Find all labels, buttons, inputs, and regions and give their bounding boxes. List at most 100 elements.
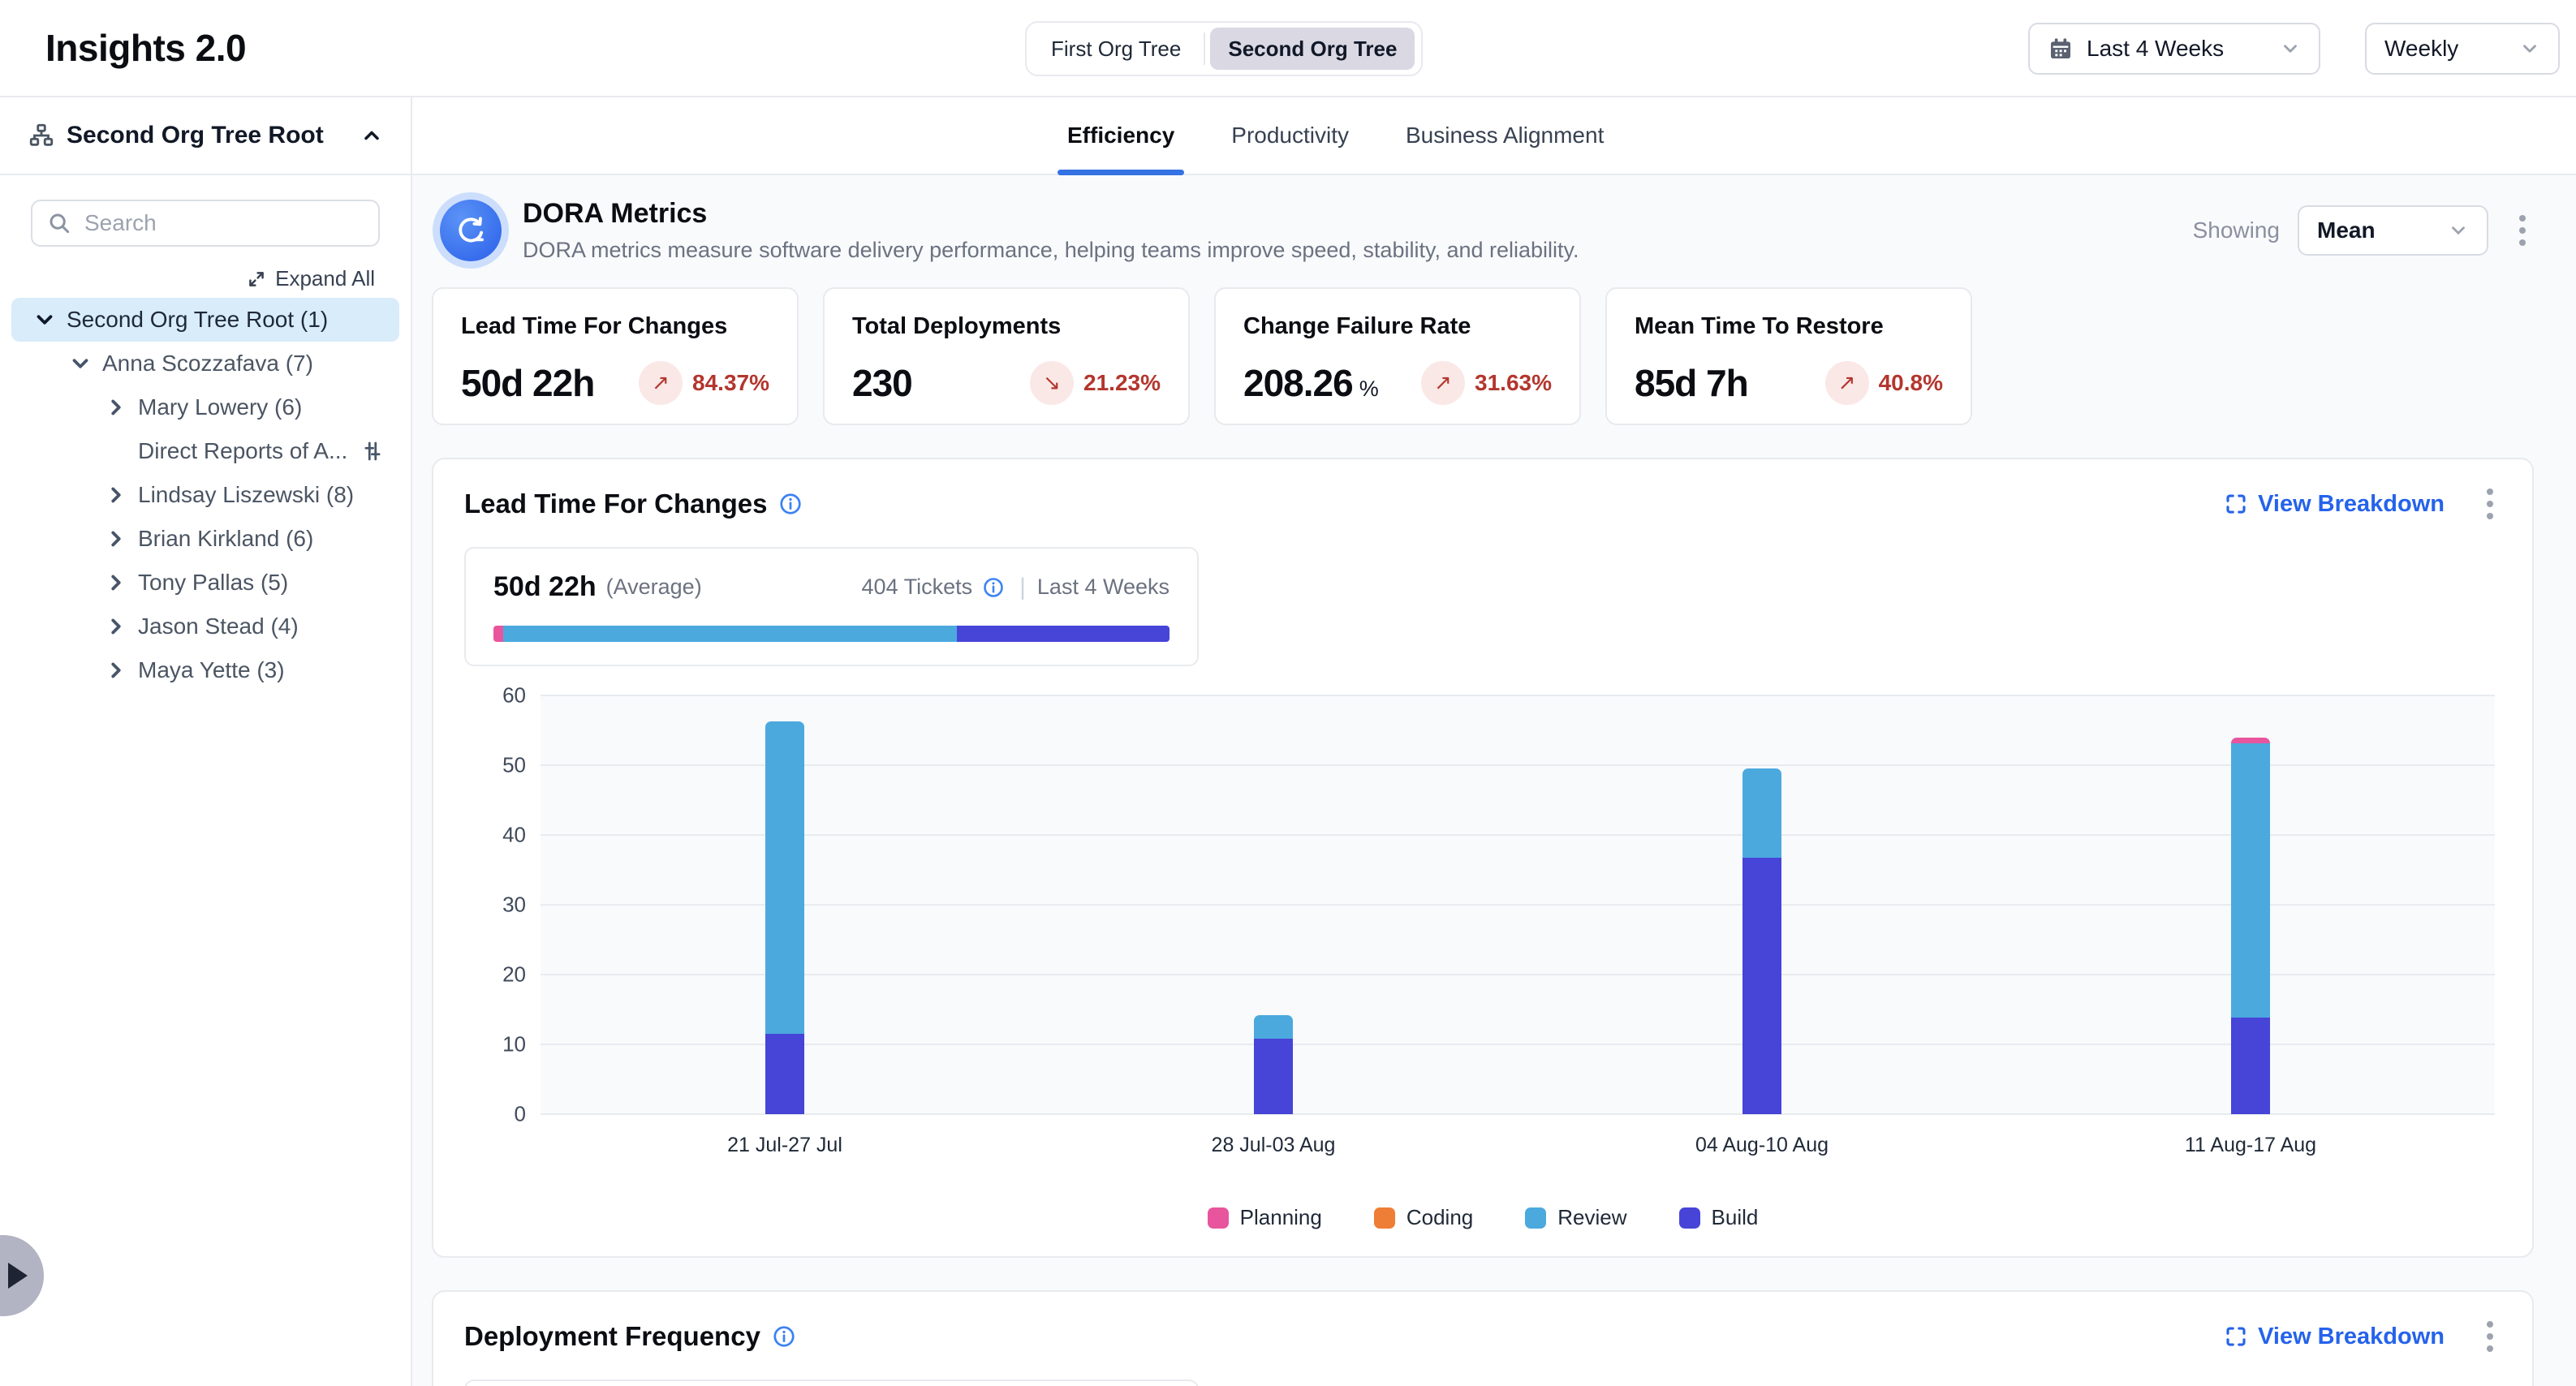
info-icon[interactable] bbox=[778, 492, 803, 516]
tree-item-mary-lowery-6[interactable]: Mary Lowery (6) bbox=[11, 385, 399, 429]
metric-value-wrap: 85d 7h bbox=[1635, 361, 1748, 405]
trend-up-icon: ↗ bbox=[1421, 361, 1465, 405]
y-axis-tick-label: 30 bbox=[469, 893, 526, 918]
tree-item-anna-scozzafava-7[interactable]: Anna Scozzafava (7) bbox=[11, 342, 399, 385]
dora-title: DORA Metrics bbox=[523, 198, 1579, 230]
metric-delta-value: 40.8% bbox=[1879, 370, 1943, 396]
chevron-down-icon[interactable] bbox=[32, 308, 57, 332]
lead-time-title: Lead Time For Changes bbox=[464, 489, 767, 519]
expand-all-icon bbox=[246, 269, 267, 290]
tree-item-label: Maya Yette (3) bbox=[138, 657, 285, 683]
app-title: Insights 2.0 bbox=[45, 26, 246, 70]
chevron-right-icon[interactable] bbox=[104, 527, 128, 551]
chevron-right-icon[interactable] bbox=[104, 658, 128, 682]
mean-select[interactable]: Mean bbox=[2298, 205, 2488, 256]
metric-card-value-row: 50d 22h↗84.37% bbox=[461, 361, 769, 405]
phase-segment-build bbox=[957, 626, 1170, 642]
tree-item-label: Anna Scozzafava (7) bbox=[102, 351, 313, 377]
dora-subtitle: DORA metrics measure software delivery p… bbox=[523, 238, 1579, 263]
tree-item-maya-yette-3[interactable]: Maya Yette (3) bbox=[11, 648, 399, 692]
view-breakdown-link[interactable]: View Breakdown bbox=[2224, 491, 2445, 518]
chevron-right-icon[interactable] bbox=[104, 570, 128, 595]
search-input[interactable] bbox=[83, 209, 364, 237]
expand-all-button[interactable]: Expand All bbox=[0, 266, 375, 291]
metric-card-value-row: 208.26%↗31.63% bbox=[1243, 361, 1552, 405]
metric-delta-value: 21.23% bbox=[1083, 370, 1161, 396]
search-box bbox=[31, 200, 380, 247]
bar-segment-build bbox=[765, 1034, 804, 1114]
tree-item-label: Lindsay Liszewski (8) bbox=[138, 482, 354, 508]
top-bar: Insights 2.0 First Org Tree Second Org Tr… bbox=[0, 0, 2576, 97]
tree-item-direct-reports-of-a[interactable]: Direct Reports of A... bbox=[11, 429, 399, 473]
phase-segment-review bbox=[503, 626, 957, 642]
summary-meta: 404 Tickets | Last 4 Weeks bbox=[862, 574, 1170, 601]
bar-segment-review bbox=[1742, 768, 1781, 857]
metric-card-title: Mean Time To Restore bbox=[1635, 313, 1943, 340]
legend-item-coding: Coding bbox=[1374, 1205, 1473, 1230]
chevron-right-icon[interactable] bbox=[104, 614, 128, 639]
summary-period: Last 4 Weeks bbox=[1037, 575, 1170, 600]
bar-segment-review bbox=[765, 721, 804, 1034]
granularity-select-value: Weekly bbox=[2384, 36, 2506, 62]
legend-label: Planning bbox=[1240, 1205, 1322, 1230]
tree-item-label: Brian Kirkland (6) bbox=[138, 526, 313, 552]
phase-distribution-bar bbox=[493, 626, 1170, 642]
calendar-icon bbox=[2048, 36, 2074, 62]
tree-item-lindsay-liszewski-8[interactable]: Lindsay Liszewski (8) bbox=[11, 473, 399, 517]
legend-label: Build bbox=[1712, 1205, 1759, 1230]
x-axis-label: 11 Aug-17 Aug bbox=[2185, 1134, 2316, 1157]
period-select[interactable]: Last 4 Weeks bbox=[2028, 23, 2320, 75]
arrow-right-icon bbox=[8, 1263, 28, 1289]
trend-down-icon: ↘ bbox=[1030, 361, 1074, 405]
info-icon[interactable] bbox=[772, 1324, 796, 1349]
y-axis-tick-label: 40 bbox=[469, 823, 526, 848]
deployment-frequency-panel: Deployment Frequency View Breakdown bbox=[432, 1290, 2534, 1386]
filter-sliders-icon[interactable] bbox=[360, 439, 385, 463]
metric-card-change-failure-rate: Change Failure Rate208.26%↗31.63% bbox=[1214, 287, 1581, 425]
granularity-select[interactable]: Weekly bbox=[2365, 23, 2560, 75]
sidebar: Second Org Tree Root Expand All Second O… bbox=[0, 97, 412, 1386]
lead-time-chart: 0102030405060 21 Jul-27 Jul28 Jul-03 Aug… bbox=[464, 695, 2501, 1182]
tree-item-tony-pallas-5[interactable]: Tony Pallas (5) bbox=[11, 561, 399, 605]
dora-kebab-menu-icon[interactable] bbox=[2511, 209, 2534, 252]
tree-item-jason-stead-4[interactable]: Jason Stead (4) bbox=[11, 605, 399, 648]
metric-value: 208.26 bbox=[1243, 362, 1353, 404]
tab-business-alignment[interactable]: Business Alignment bbox=[1396, 97, 1613, 174]
tree-item-label: Direct Reports of A... bbox=[138, 438, 347, 464]
deployment-kebab-menu-icon[interactable] bbox=[2479, 1315, 2501, 1358]
metric-unit: % bbox=[1359, 377, 1379, 401]
bar-segment-review bbox=[2231, 743, 2270, 1018]
deployment-summary-card bbox=[464, 1380, 1199, 1386]
chevron-down-icon bbox=[2448, 220, 2469, 241]
org-toggle-second-org-tree[interactable]: Second Org Tree bbox=[1210, 28, 1415, 70]
x-axis-label: 04 Aug-10 Aug bbox=[1695, 1134, 1829, 1157]
org-toggle-first-org-tree[interactable]: First Org Tree bbox=[1033, 28, 1199, 70]
chevron-right-icon[interactable] bbox=[104, 483, 128, 507]
view-breakdown-label: View Breakdown bbox=[2258, 491, 2445, 518]
stacked-bar-11-aug-17-aug bbox=[2231, 738, 2270, 1114]
deployment-title: Deployment Frequency bbox=[464, 1321, 760, 1352]
summary-value: 50d 22h bbox=[493, 571, 597, 603]
lead-time-summary-top: 50d 22h (Average) 404 Tickets | Last 4 W… bbox=[493, 571, 1170, 603]
stacked-bar-04-aug-10-aug bbox=[1742, 768, 1781, 1114]
lead-time-panel-actions: View Breakdown bbox=[2224, 482, 2501, 526]
y-axis-tick-label: 0 bbox=[469, 1102, 526, 1127]
expand-breakdown-icon bbox=[2224, 492, 2248, 516]
chart-plot: 0102030405060 bbox=[541, 695, 2495, 1114]
trend-up-icon: ↗ bbox=[639, 361, 683, 405]
tree-item-brian-kirkland-6[interactable]: Brian Kirkland (6) bbox=[11, 517, 399, 561]
info-icon[interactable] bbox=[982, 576, 1005, 599]
chevron-down-icon[interactable] bbox=[68, 351, 93, 376]
tab-efficiency[interactable]: Efficiency bbox=[1058, 97, 1184, 174]
metric-value: 230 bbox=[852, 362, 912, 404]
view-breakdown-link[interactable]: View Breakdown bbox=[2224, 1324, 2445, 1350]
lead-time-panel-header: Lead Time For Changes View Breakdown bbox=[464, 482, 2501, 526]
collapse-sidebar-icon[interactable] bbox=[360, 124, 383, 147]
legend-swatch bbox=[1208, 1207, 1229, 1229]
tree-item-second-org-tree-root-1[interactable]: Second Org Tree Root (1) bbox=[11, 298, 399, 342]
tab-productivity[interactable]: Productivity bbox=[1221, 97, 1359, 174]
main-area: Efficiency Productivity Business Alignment… bbox=[412, 97, 2576, 1386]
y-axis-tick-label: 50 bbox=[469, 753, 526, 778]
chevron-right-icon[interactable] bbox=[104, 395, 128, 420]
lead-time-kebab-menu-icon[interactable] bbox=[2479, 482, 2501, 526]
